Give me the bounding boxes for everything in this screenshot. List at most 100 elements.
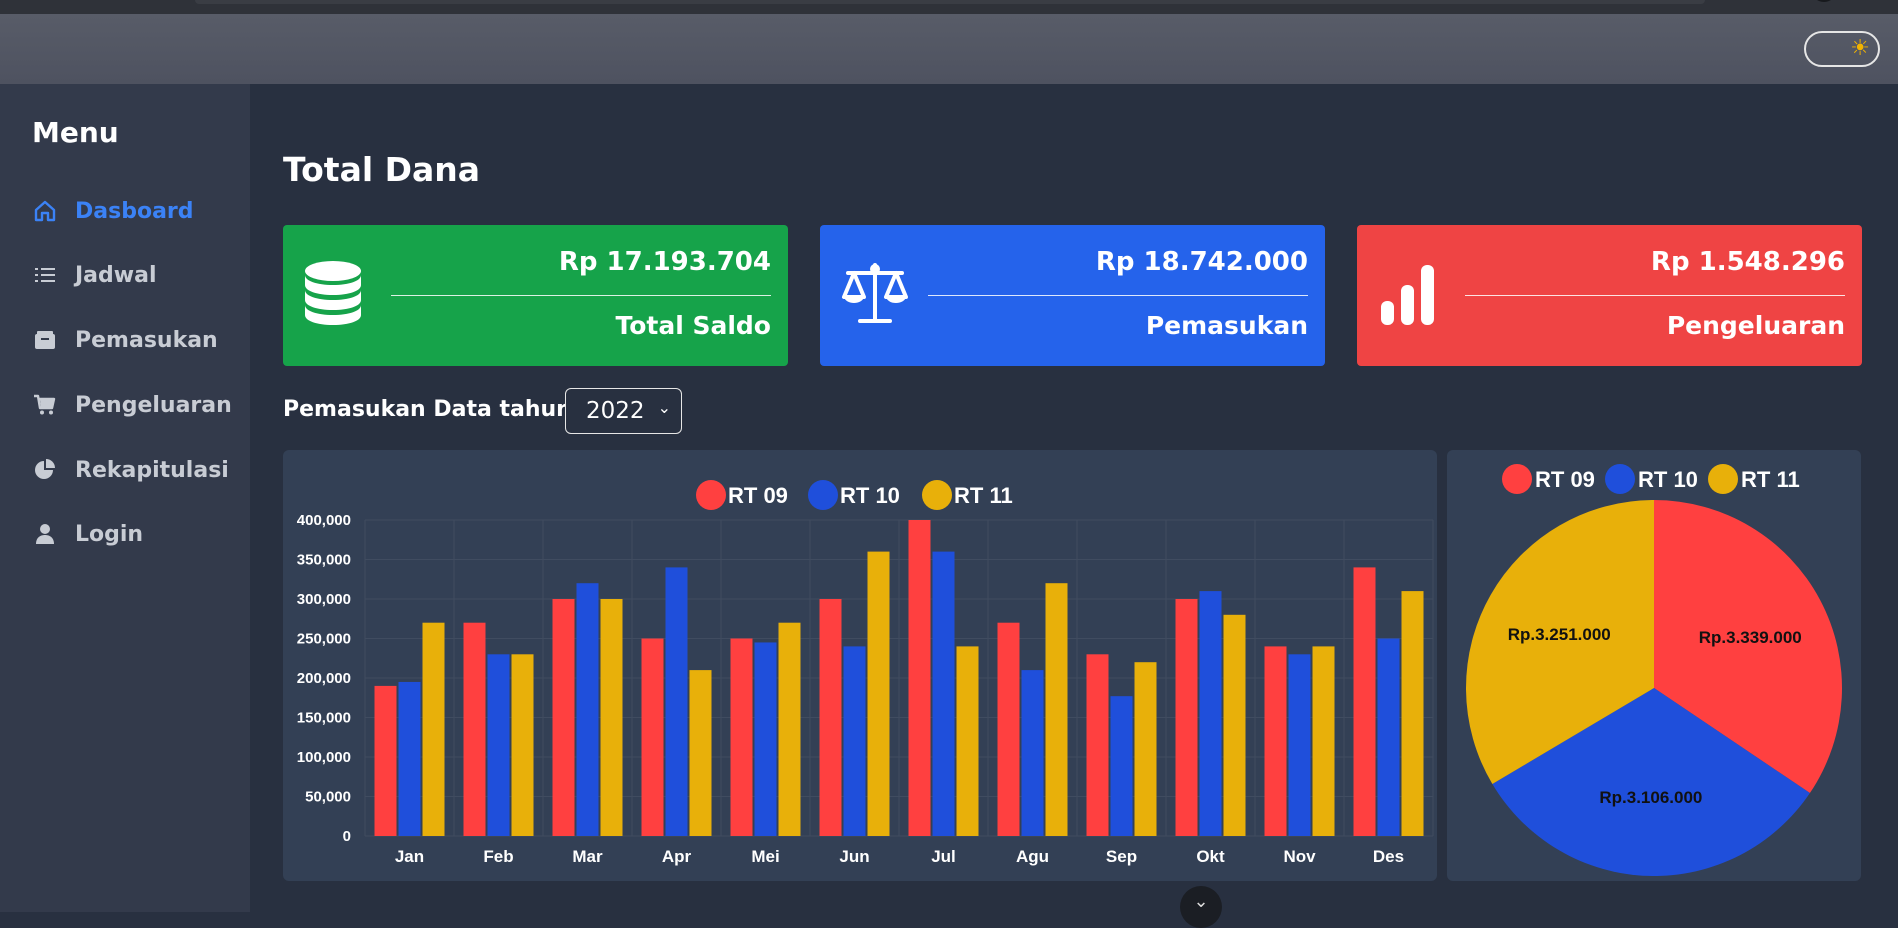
legend-swatch[interactable] bbox=[1708, 464, 1738, 494]
bar[interactable] bbox=[1288, 654, 1311, 836]
bar[interactable] bbox=[730, 638, 753, 837]
x-tick-label: Jun bbox=[839, 847, 869, 866]
sidebar-item-label: Jadwal bbox=[75, 262, 157, 288]
bar[interactable] bbox=[511, 654, 534, 836]
legend-label: RT 11 bbox=[1741, 467, 1800, 492]
bar[interactable] bbox=[689, 670, 712, 836]
bar[interactable] bbox=[422, 622, 445, 836]
bar[interactable] bbox=[552, 599, 575, 836]
page-title: Total Dana bbox=[283, 150, 481, 189]
legend-swatch[interactable] bbox=[1605, 464, 1635, 494]
pie-chart-panel: RT 09 RT 10 RT 11 Rp.3.339.000 Rp.3.106.000 R… bbox=[1447, 450, 1861, 881]
sidebar-item-pemasukan[interactable]: Pemasukan bbox=[32, 320, 242, 360]
x-tick-label: Des bbox=[1373, 847, 1404, 866]
legend-swatch[interactable] bbox=[696, 480, 726, 510]
x-tick-label: Jul bbox=[931, 847, 956, 866]
x-tick-label: Mar bbox=[572, 847, 603, 866]
sidebar-item-login[interactable]: Login bbox=[32, 514, 242, 554]
bar[interactable] bbox=[1045, 583, 1068, 836]
cart-icon bbox=[32, 392, 58, 418]
bar[interactable] bbox=[867, 551, 890, 836]
top-header: ☀ bbox=[0, 14, 1898, 84]
bar[interactable] bbox=[754, 642, 777, 836]
y-tick-label: 300,000 bbox=[297, 591, 351, 608]
bar[interactable] bbox=[1199, 591, 1222, 836]
year-filter-label: Pemasukan Data tahun : bbox=[283, 397, 589, 422]
legend-label: RT 11 bbox=[954, 483, 1013, 508]
x-tick-label: Okt bbox=[1196, 847, 1225, 866]
x-tick-label: Apr bbox=[662, 847, 692, 866]
bar[interactable] bbox=[1377, 638, 1400, 837]
legend-label: RT 09 bbox=[1535, 467, 1595, 492]
bar[interactable] bbox=[398, 681, 421, 836]
bar[interactable] bbox=[1223, 614, 1246, 836]
legend-swatch[interactable] bbox=[1502, 464, 1532, 494]
bar[interactable] bbox=[1312, 646, 1335, 836]
sidebar-item-label: Dasboard bbox=[75, 198, 194, 224]
sidebar-item-label: Pemasukan bbox=[75, 327, 218, 353]
x-tick-label: Jan bbox=[395, 847, 424, 866]
theme-toggle[interactable]: ☀ bbox=[1804, 31, 1880, 67]
legend-label: RT 10 bbox=[1638, 467, 1698, 492]
main-content: Total Dana Rp 17.193.704 Total Saldo Rp … bbox=[250, 84, 1898, 912]
browser-profile-edge bbox=[1811, 0, 1837, 2]
card-label: Pengeluaran bbox=[1666, 311, 1845, 340]
sidebar-item-label: Rekapitulasi bbox=[75, 457, 229, 483]
x-tick-label: Feb bbox=[483, 847, 513, 866]
bar[interactable] bbox=[932, 551, 955, 836]
pie-data-label: Rp.3.251.000 bbox=[1508, 625, 1611, 644]
bar[interactable] bbox=[1110, 696, 1133, 836]
browser-address-edge bbox=[195, 0, 1705, 4]
legend-swatch[interactable] bbox=[922, 480, 952, 510]
sidebar-item-label: Pengeluaran bbox=[75, 392, 232, 418]
bar[interactable] bbox=[1353, 567, 1376, 836]
card-amount: Rp 17.193.704 bbox=[558, 247, 771, 277]
scroll-down-button[interactable]: ⌄ bbox=[1180, 886, 1222, 928]
bar[interactable] bbox=[576, 583, 599, 836]
year-select[interactable]: 2022 ⌄ bbox=[565, 388, 682, 434]
bar[interactable] bbox=[1401, 591, 1424, 836]
bar[interactable] bbox=[1134, 662, 1157, 836]
card-pengeluaran: Rp 1.548.296 Pengeluaran bbox=[1357, 225, 1862, 366]
bar[interactable] bbox=[819, 599, 842, 836]
bar[interactable] bbox=[997, 622, 1020, 836]
sidebar: Menu Dasboard Jadwal Pemasukan Pengeluar… bbox=[0, 84, 250, 912]
bar[interactable] bbox=[487, 654, 510, 836]
x-tick-label: Mei bbox=[751, 847, 779, 866]
y-tick-label: 100,000 bbox=[297, 749, 351, 766]
bar-chart-panel: RT 09 RT 10 RT 11 0 50,000 100,000 150,000 200,… bbox=[283, 450, 1437, 881]
card-amount: Rp 18.742.000 bbox=[1095, 247, 1308, 277]
bar[interactable] bbox=[908, 520, 931, 836]
sidebar-item-dasboard[interactable]: Dasboard bbox=[32, 191, 242, 231]
y-tick-label: 150,000 bbox=[297, 710, 351, 727]
y-tick-label: 0 bbox=[343, 828, 351, 845]
chevron-down-icon: ⌄ bbox=[657, 398, 671, 417]
bar-chart: RT 09 RT 10 RT 11 0 50,000 100,000 150,000 200,… bbox=[297, 480, 1434, 866]
y-tick-label: 250,000 bbox=[297, 631, 351, 648]
sidebar-item-jadwal[interactable]: Jadwal bbox=[32, 255, 242, 295]
bar[interactable] bbox=[1021, 670, 1044, 836]
home-icon bbox=[32, 198, 58, 224]
y-tick-label: 50,000 bbox=[305, 789, 351, 806]
bar[interactable] bbox=[665, 567, 688, 836]
wallet-icon bbox=[32, 327, 58, 353]
bar[interactable] bbox=[374, 685, 397, 836]
bar[interactable] bbox=[641, 638, 664, 837]
card-pemasukan: Rp 18.742.000 Pemasukan bbox=[820, 225, 1325, 366]
browser-chrome-strip bbox=[0, 0, 1898, 14]
bar[interactable] bbox=[1086, 654, 1109, 836]
sidebar-item-pengeluaran[interactable]: Pengeluaran bbox=[32, 385, 242, 425]
pie-data-label: Rp.3.106.000 bbox=[1599, 788, 1702, 807]
sun-icon: ☀ bbox=[1850, 36, 1870, 61]
sidebar-item-rekapitulasi[interactable]: Rekapitulasi bbox=[32, 450, 242, 490]
bar[interactable] bbox=[843, 646, 866, 836]
bar[interactable] bbox=[600, 599, 623, 836]
bar[interactable] bbox=[778, 622, 801, 836]
bar[interactable] bbox=[463, 622, 486, 836]
bar[interactable] bbox=[1175, 599, 1198, 836]
card-divider bbox=[391, 295, 771, 296]
legend-swatch[interactable] bbox=[808, 480, 838, 510]
bar[interactable] bbox=[956, 646, 979, 836]
sidebar-item-label: Login bbox=[75, 521, 144, 547]
bar[interactable] bbox=[1264, 646, 1287, 836]
